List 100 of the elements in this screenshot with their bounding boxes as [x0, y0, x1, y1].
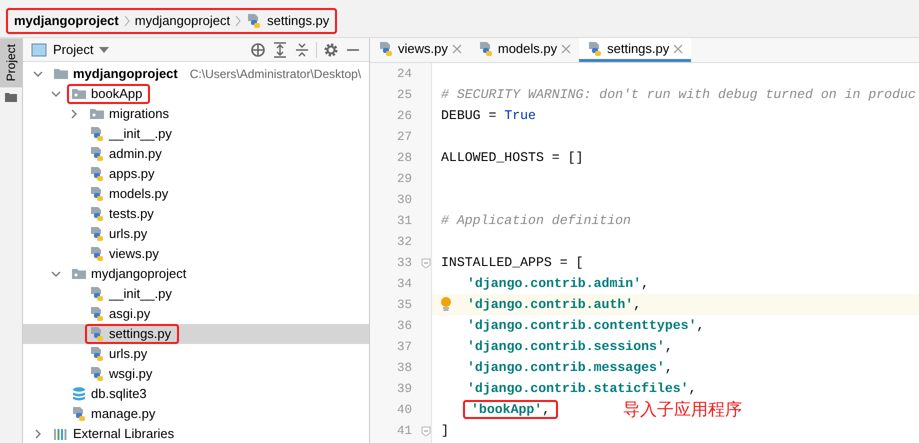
project-path: C:\Users\Administrator\Desktop\ [190, 67, 362, 81]
library-bars-icon [53, 426, 69, 442]
line-number: 32 [396, 234, 412, 248]
tree-item[interactable]: db.sqlite3 [23, 384, 369, 404]
tree-item[interactable]: __init__.py [23, 284, 369, 304]
annotation-text: 导入子应用程序 [623, 399, 742, 421]
tree-item[interactable]: bookApp [23, 84, 369, 104]
window-icon [31, 42, 47, 58]
tree-item-label: tests.py [109, 206, 154, 222]
tree-item-label: views.py [109, 246, 159, 262]
tree-item-label: apps.py [109, 166, 155, 182]
crosshair-icon[interactable] [250, 42, 266, 58]
panel-title[interactable]: Project [53, 42, 94, 57]
python-file-icon [478, 40, 494, 56]
fold-marker-icon[interactable] [421, 426, 431, 436]
code-line: ] [440, 422, 450, 440]
close-icon[interactable] [452, 44, 462, 54]
line-number: 24 [396, 66, 412, 80]
project-side-tab[interactable]: Project [0, 38, 22, 88]
editor-tab[interactable]: views.py [370, 38, 470, 62]
line-number: 31 [396, 214, 412, 228]
tree-item[interactable]: External Libraries [23, 424, 369, 443]
tree-item[interactable]: wsgi.py [23, 364, 369, 384]
line-number: 30 [396, 192, 412, 206]
tree-item[interactable]: urls.py [23, 344, 369, 364]
code-line: 'django.contrib.messages', [466, 359, 674, 377]
line-number: 36 [396, 318, 412, 332]
breadcrumb-item[interactable]: mydjangoproject [134, 13, 230, 28]
python-file-icon [71, 406, 87, 422]
code-line: # Application definition [440, 212, 632, 230]
python-file-icon [89, 246, 105, 262]
breadcrumb-item[interactable]: mydjangoproject [14, 13, 119, 28]
line-number: 37 [396, 340, 412, 354]
python-file-icon [246, 12, 262, 28]
tree-item[interactable]: urls.py [23, 224, 369, 244]
code-line: 'django.contrib.sessions', [466, 338, 674, 356]
tree-item[interactable]: views.py [23, 244, 369, 264]
package-folder-icon [71, 266, 87, 282]
python-file-icon [89, 206, 105, 222]
settings-icon[interactable] [323, 42, 339, 58]
package-folder-icon [71, 86, 87, 102]
expand-all-icon[interactable] [272, 42, 288, 58]
python-file-icon [89, 126, 105, 142]
tree-item-label: urls.py [109, 346, 148, 362]
tree-item[interactable]: settings.py [23, 324, 369, 344]
tree-item[interactable]: admin.py [23, 144, 369, 164]
line-number: 25 [396, 88, 412, 102]
tree-item[interactable]: models.py [23, 184, 369, 204]
editor-tab[interactable]: models.py [470, 38, 580, 62]
tree-item[interactable]: migrations [23, 104, 369, 124]
tree-item-label: bookApp [91, 86, 142, 102]
tree-item-label: urls.py [109, 226, 148, 242]
tree-item-label: wsgi.py [109, 366, 152, 382]
tree-item-label: manage.py [91, 406, 156, 422]
editor-tab[interactable]: settings.py [579, 38, 692, 62]
tree-item[interactable]: asgi.py [23, 304, 369, 324]
python-file-icon [89, 166, 105, 182]
tree-item-label: __init__.py [109, 286, 172, 302]
python-file-icon [89, 326, 105, 342]
code-line: ALLOWED_HOSTS = [] [440, 149, 584, 167]
chevron-icon [235, 14, 242, 26]
line-number: 26 [396, 108, 412, 122]
folder-icon [53, 66, 69, 82]
collapse-all-icon[interactable] [294, 42, 310, 58]
close-icon[interactable] [561, 44, 572, 54]
tree-item[interactable]: tests.py [23, 204, 369, 224]
tree-item[interactable]: mydjangoproject [23, 264, 369, 284]
code-line: 'django.contrib.contenttypes', [466, 317, 706, 335]
tree-item-label: migrations [109, 106, 169, 122]
python-file-icon [587, 40, 604, 56]
python-file-icon [378, 40, 394, 56]
line-number: 29 [396, 172, 412, 186]
tree-item-label: db.sqlite3 [91, 386, 147, 402]
tree-item-label: __init__.py [109, 126, 172, 142]
code-line: 'django.contrib.auth', [466, 296, 642, 314]
line-number: 40 [396, 402, 412, 416]
line-number: 39 [396, 382, 412, 396]
breadcrumb-item[interactable]: settings.py [267, 13, 330, 28]
tree-item[interactable]: mydjangoproject C:\Users\Administrator\Desktop\ [23, 64, 369, 84]
code-line: 'django.contrib.admin', [466, 275, 650, 293]
tree-item[interactable]: manage.py [23, 404, 369, 424]
lightbulb-icon[interactable] [440, 296, 452, 312]
line-number: 28 [396, 150, 412, 164]
python-file-icon [89, 366, 105, 382]
code-line: # SECURITY WARNING: don't run with debug turned on in produc [440, 86, 917, 104]
code-line: DEBUG = True [440, 107, 537, 125]
python-file-icon [89, 146, 105, 162]
tree-item-label: models.py [109, 186, 168, 202]
tree-item[interactable]: __init__.py [23, 124, 369, 144]
python-file-icon [89, 186, 105, 202]
tree-item[interactable]: apps.py [23, 164, 369, 184]
line-number: 34 [396, 276, 412, 290]
line-number: 38 [396, 360, 412, 374]
line-number: 27 [396, 130, 412, 144]
tree-item-label: asgi.py [109, 306, 150, 322]
close-icon[interactable] [673, 44, 684, 54]
fold-marker-icon[interactable] [421, 258, 431, 268]
dropdown-caret-icon[interactable] [99, 44, 110, 54]
database-icon [71, 386, 87, 402]
tree-item-label: mydjangoproject [73, 66, 178, 82]
